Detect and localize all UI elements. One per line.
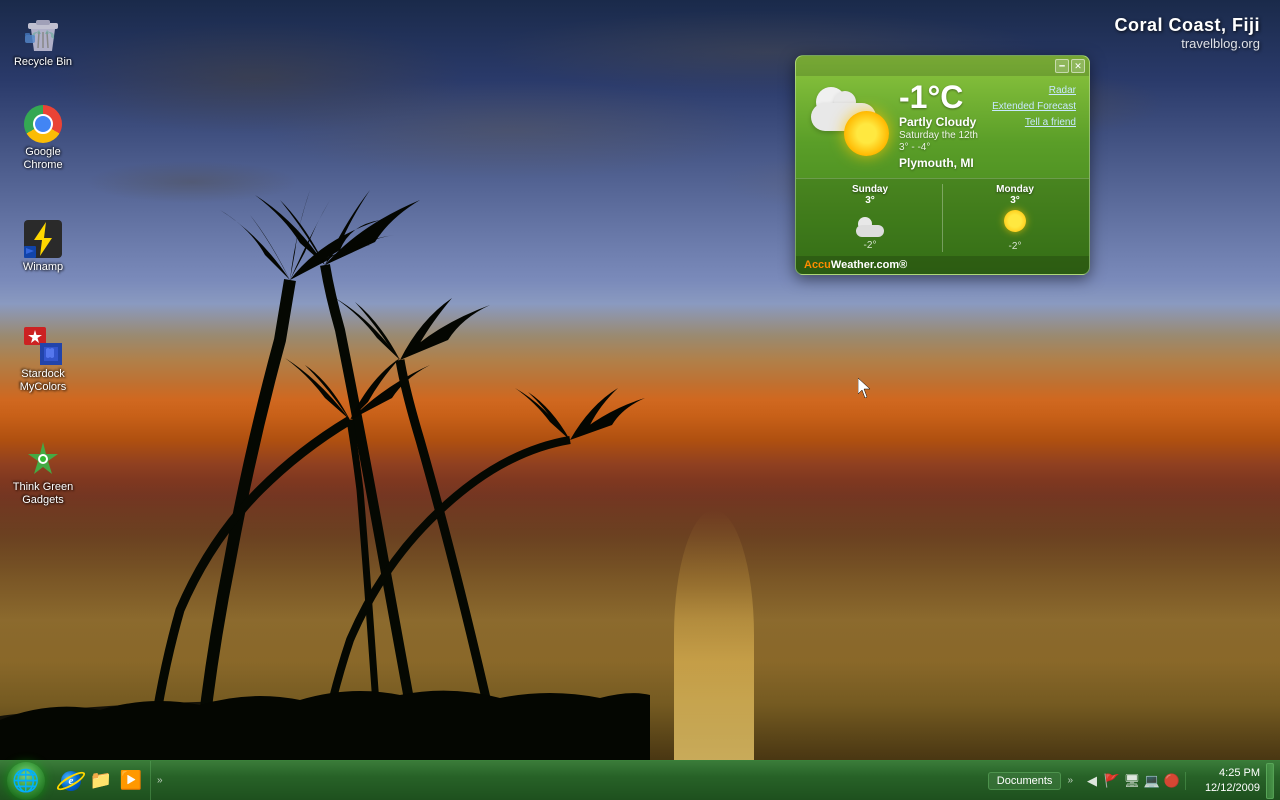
recycle-bin-icon [23,14,63,54]
mouse-cursor [858,378,870,398]
weather-location: Plymouth, MI [899,156,992,170]
clock-time: 4:25 PM [1190,766,1260,780]
weather-temp-range: 3° - -4° [899,142,992,153]
desktop-icon-thinkgreen[interactable]: Think Green Gadgets [8,435,78,511]
desktop-icon-recycle-bin[interactable]: Recycle Bin [8,10,78,73]
forecast-monday-icon [998,210,1033,238]
weather-titlebar: 🗕 ✕ [796,56,1089,76]
weather-condition: Partly Cloudy [899,115,992,129]
weather-close-btn[interactable]: ✕ [1071,59,1085,73]
desktop-icon-winamp[interactable]: Winamp [8,215,78,278]
desktop-icon-stardock[interactable]: Stardock MyColors [8,322,78,398]
stardock-label-line1: Stardock [21,368,64,381]
chrome-label-line2: Chrome [23,159,62,172]
winamp-icon [23,219,63,259]
palm-trees [0,80,650,760]
forecast-sunday-low: -2° [804,240,936,251]
taskbar-tray: Documents » ◀ 🚩 🖥 💻 🔴 4:25 PM 12/12/2009 [982,761,1280,800]
clock-date: 12/12/2009 [1190,781,1260,795]
chrome-label-line1: Google [25,146,60,159]
taskbar: 🌐 e 📁 ▶️ » Documents » [0,760,1280,800]
tray-expand-btn[interactable]: » [1065,775,1075,786]
recycle-bin-label: Recycle Bin [14,56,72,69]
weather-main: -1°C Partly Cloudy Saturday the 12th 3° … [796,76,1089,178]
quick-launch-media[interactable]: ▶️ [118,768,144,794]
weather-info: -1°C Partly Cloudy Saturday the 12th 3° … [894,81,992,170]
ie-icon: e [61,771,81,791]
taskbar-programs-area [165,761,982,800]
tray-back-icon[interactable]: ◀ [1083,772,1101,790]
weather-links: Radar Extended Forecast Tell a friend [992,83,1081,131]
forecast-sunday-icon [853,209,888,237]
weather-sun-icon [844,111,889,156]
taskbar-clock: 4:25 PM 12/12/2009 [1190,766,1260,795]
chrome-icon [23,104,63,144]
forecast-sunday-name: Sunday [804,184,936,195]
weather-minimize-btn[interactable]: 🗕 [1055,59,1069,73]
quick-launch-ie[interactable]: e [58,768,84,794]
quick-launch-folder[interactable]: 📁 [88,768,114,794]
folder-icon: 📁 [90,770,112,791]
forecast-monday-name: Monday [949,184,1081,195]
desktop-icon-chrome[interactable]: Google Chrome [8,100,78,176]
thinkgreen-label-line2: Gadgets [22,494,64,507]
documents-button[interactable]: Documents [988,772,1062,790]
water-reflection [674,510,754,760]
tray-icons-area: ◀ 🚩 🖥 💻 🔴 [1079,772,1186,790]
thinkgreen-icon [23,439,63,479]
quick-launch-bar: e 📁 ▶️ [52,761,151,800]
show-desktop-button[interactable] [1266,763,1274,799]
wallpaper-location: Coral Coast, Fiji [1114,15,1260,36]
forecast-day-sunday: Sunday 3° -2° [804,184,936,252]
tray-monitor-icon[interactable]: 🖥 [1123,772,1141,790]
weather-temperature: -1°C [899,81,992,113]
wallpaper-site: travelblog.org [1114,36,1260,51]
tray-network-icon[interactable]: 🔴 [1163,772,1181,790]
tray-flag-icon[interactable]: 🚩 [1103,772,1121,790]
wallpaper-credit: Coral Coast, Fiji travelblog.org [1114,15,1260,51]
start-globe-icon: 🌐 [12,768,39,794]
weather-footer: AccuWeather.com® [796,256,1089,274]
weather-widget[interactable]: 🗕 ✕ -1°C Partly Cloudy Saturday the 12th… [795,55,1090,275]
forecast-day-monday: Monday 3° -2° [949,184,1081,252]
accuweather-logo: AccuWeather.com® [804,259,907,271]
start-orb: 🌐 [7,762,45,800]
media-player-icon: ▶️ [120,770,142,791]
weather-date: Saturday the 12th [899,130,992,141]
desktop: Coral Coast, Fiji travelblog.org Recycle… [0,0,1280,800]
forecast-monday-high: 3° [949,195,1081,206]
weather-extended-link[interactable]: Extended Forecast [992,99,1076,115]
start-button[interactable]: 🌐 [0,761,52,800]
forecast-sunday-high: 3° [804,195,936,206]
weather-icon-area [804,81,894,161]
weather-radar-link[interactable]: Radar [1049,83,1076,99]
tray-monitor2-icon[interactable]: 💻 [1143,772,1161,790]
weather-tellfriend-link[interactable]: Tell a friend [1025,115,1076,131]
expand-quick-launch[interactable]: » [155,775,165,786]
weather-forecast: Sunday 3° -2° Monday 3° -2° [796,178,1089,256]
winamp-label: Winamp [23,261,63,274]
stardock-icon [23,326,63,366]
forecast-monday-low: -2° [949,241,1081,252]
thinkgreen-label-line1: Think Green [13,481,74,494]
stardock-label-line2: MyColors [20,381,66,394]
